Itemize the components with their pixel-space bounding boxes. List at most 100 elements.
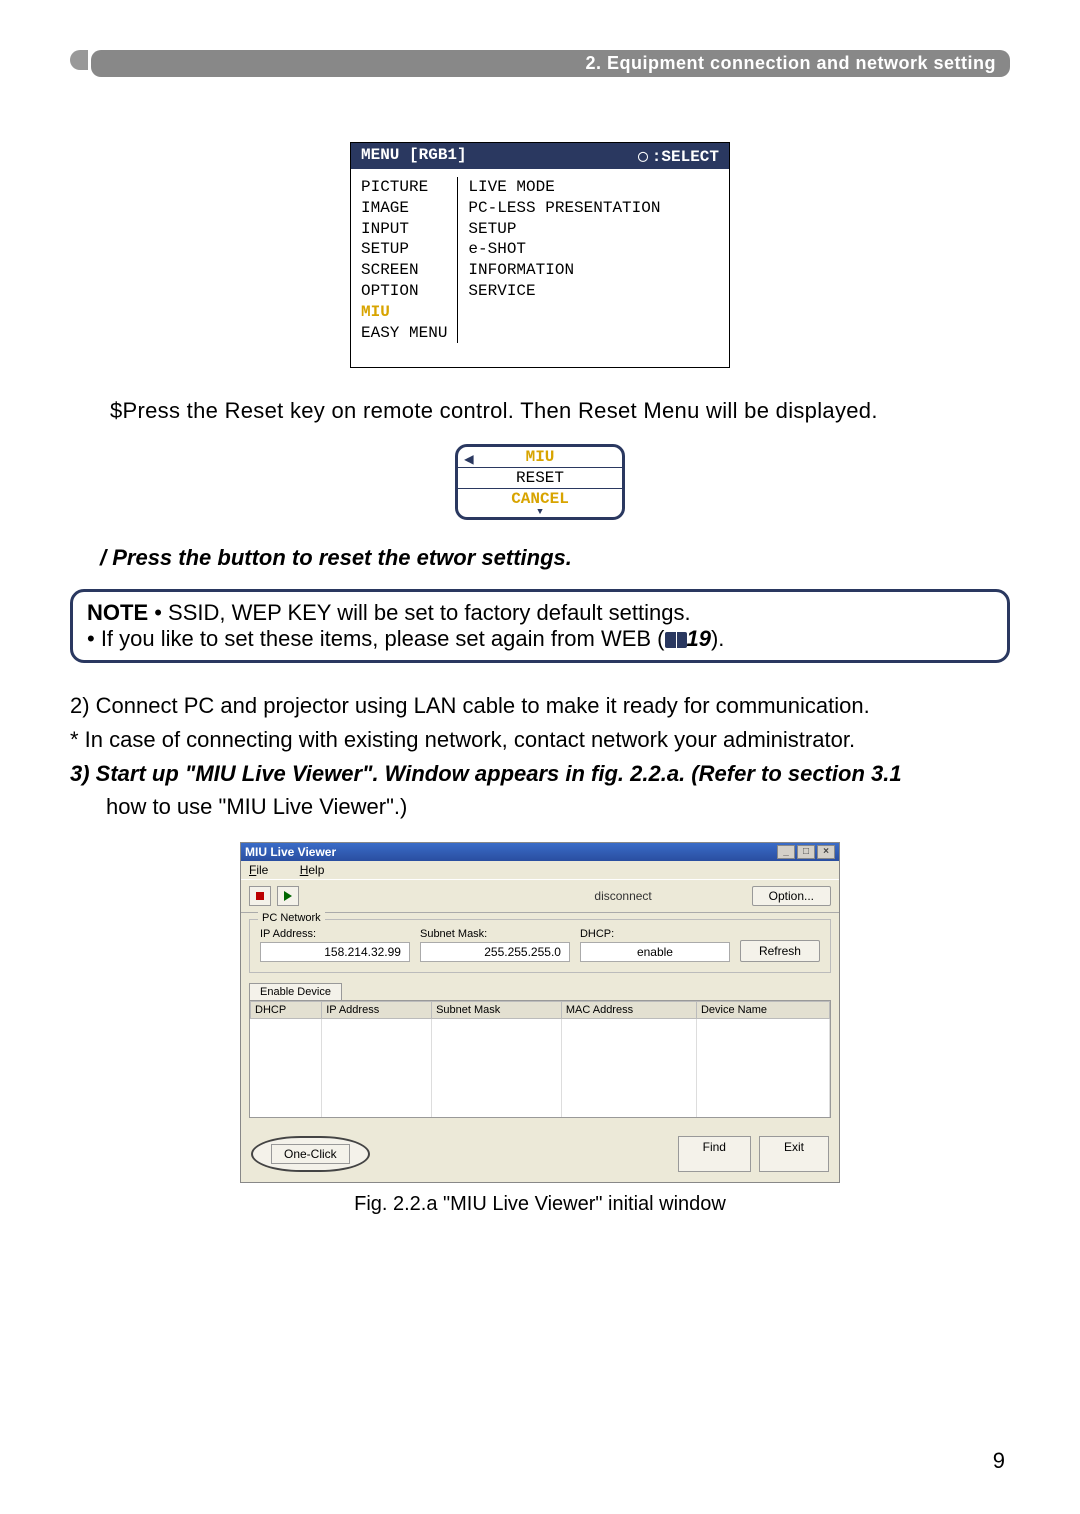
live-viewer-window: MIU Live Viewer _ □ × File Help disconne… [240, 842, 840, 1183]
osd-select-label: :SELECT [638, 146, 719, 166]
section-title: 2. Equipment connection and network sett… [91, 50, 1010, 77]
table-row [251, 1047, 830, 1061]
dhcp-label: DHCP: [580, 928, 730, 940]
window-title: MIU Live Viewer [245, 845, 336, 859]
osd-item: INPUT [361, 219, 447, 240]
th-mac[interactable]: MAC Address [561, 1002, 696, 1019]
th-dhcp[interactable]: DHCP [251, 1002, 322, 1019]
bottom-buttons: Find Exit [678, 1136, 829, 1172]
para-3: 3) Start up "MIU Live Viewer". Window ap… [70, 759, 1010, 789]
toolbar: disconnect Option... [241, 879, 839, 913]
osd-item: PICTURE [361, 177, 447, 198]
tabs: Enable Device [249, 983, 831, 1000]
osd-item: SETUP [361, 239, 447, 260]
para-2: 2) Connect PC and projector using LAN ca… [70, 691, 1010, 721]
stop-icon [256, 892, 264, 900]
ip-value: 158.214.32.99 [260, 942, 410, 962]
osd-item: PC-LESS PRESENTATION [468, 198, 660, 219]
osd-menu-right: LIVE MODE PC-LESS PRESENTATION SETUP e-S… [458, 177, 670, 343]
device-table-wrap: DHCP IP Address Subnet Mask MAC Address … [249, 1000, 831, 1118]
mask-label: Subnet Mask: [420, 928, 570, 940]
reset-menu-reset: RESET [458, 468, 622, 489]
reset-menu-title-text: MIU [526, 448, 555, 466]
step-press-mid2: etwor [417, 545, 476, 570]
para-3b: to section 3.1 [761, 761, 902, 786]
exit-button[interactable]: Exit [759, 1136, 829, 1172]
th-ip[interactable]: IP Address [322, 1002, 432, 1019]
option-button[interactable]: Option... [752, 886, 831, 906]
table-row [251, 1019, 830, 1033]
table-row [251, 1061, 830, 1075]
osd-menu: MENU [RGB1] :SELECT PICTURE IMAGE INPUT … [350, 142, 730, 368]
note-ref: 19 [687, 626, 711, 651]
osd-item: IMAGE [361, 198, 447, 219]
note-line1: • SSID, WEP KEY will be set to factory d… [148, 600, 690, 625]
minimize-button[interactable]: _ [777, 845, 795, 859]
ip-label: IP Address: [260, 928, 410, 940]
osd-menu-header: MENU [RGB1] :SELECT [351, 143, 729, 169]
osd-item: LIVE MODE [468, 177, 660, 198]
para-2b: * In case of connecting with existing ne… [70, 725, 1010, 755]
oneclick-highlight: One-Click [251, 1136, 370, 1172]
th-mask[interactable]: Subnet Mask [432, 1002, 562, 1019]
table-row [251, 1103, 830, 1117]
close-button[interactable]: × [817, 845, 835, 859]
pc-network-group: PC Network IP Address: 158.214.32.99 Sub… [249, 919, 831, 973]
th-name[interactable]: Device Name [696, 1002, 829, 1019]
note-box: NOTE • SSID, WEP KEY will be set to fact… [70, 589, 1010, 663]
window-controls: _ □ × [777, 845, 835, 859]
arrow-left-icon: ◀ [464, 449, 474, 469]
table-row [251, 1075, 830, 1089]
pc-network-row: IP Address: 158.214.32.99 Subnet Mask: 2… [260, 928, 820, 962]
book-icon [665, 632, 687, 648]
titlebar: MIU Live Viewer _ □ × [241, 843, 839, 861]
maximize-button[interactable]: □ [797, 845, 815, 859]
dhcp-col: DHCP: enable [580, 928, 730, 962]
play-icon [284, 891, 292, 901]
connection-status: disconnect [501, 889, 746, 903]
table-row [251, 1089, 830, 1103]
tab-enable-device[interactable]: Enable Device [249, 983, 342, 1000]
osd-item: SETUP [468, 219, 660, 240]
find-button[interactable]: Find [678, 1136, 751, 1172]
step-press-mid: button to reset the [217, 545, 416, 570]
figure-caption: Fig. 2.2.a "MIU Live Viewer" initial win… [70, 1193, 1010, 1216]
arrow-down-icon: ▼ [458, 509, 622, 517]
para-3a: 3) Start up "MIU Live Viewer". Window ap… [70, 761, 761, 786]
osd-item: SCREEN [361, 260, 447, 281]
osd-menu-left: PICTURE IMAGE INPUT SETUP SCREEN OPTION … [351, 177, 458, 343]
para-3c: how to use "MIU Live Viewer".) [106, 792, 1010, 822]
mask-col: Subnet Mask: 255.255.255.0 [420, 928, 570, 962]
mask-value: 255.255.255.0 [420, 942, 570, 962]
pc-network-label: PC Network [258, 912, 325, 924]
osd-item: e-SHOT [468, 239, 660, 260]
step-press-end: settings. [481, 545, 571, 570]
reset-menu: ◀ MIU RESET CANCEL ▼ [455, 444, 625, 520]
menubar: File Help [241, 861, 839, 879]
step-reset-text: $Press the Reset key on remote control. … [110, 398, 1010, 424]
play-button[interactable] [277, 886, 299, 906]
osd-item-selected: MIU [361, 302, 447, 323]
note-label: NOTE [87, 600, 148, 625]
ip-col: IP Address: 158.214.32.99 [260, 928, 410, 962]
osd-item: INFORMATION [468, 260, 660, 281]
note-line2b: ). [711, 626, 724, 651]
reset-menu-cancel: CANCEL [458, 489, 622, 509]
osd-item: SERVICE [468, 281, 660, 302]
osd-menu-body: PICTURE IMAGE INPUT SETUP SCREEN OPTION … [351, 169, 729, 367]
osd-item: OPTION [361, 281, 447, 302]
section-dot [70, 50, 88, 70]
bottom-bar: One-Click Find Exit [241, 1126, 839, 1182]
osd-menu-title: MENU [RGB1] [361, 146, 467, 166]
step-press-prefix: / Press the [100, 545, 217, 570]
step-press-text: / Press the button to reset the etwor se… [100, 545, 1010, 571]
stop-button[interactable] [249, 886, 271, 906]
osd-item: EASY MENU [361, 323, 447, 344]
reset-menu-title: ◀ MIU [458, 447, 622, 468]
menu-help[interactable]: Help [300, 863, 339, 877]
note-line2a: • If you like to set these items, please… [87, 626, 665, 651]
page-number: 9 [993, 1448, 1005, 1474]
menu-file[interactable]: File [249, 863, 282, 877]
refresh-button[interactable]: Refresh [740, 940, 820, 962]
oneclick-button[interactable]: One-Click [271, 1144, 350, 1164]
